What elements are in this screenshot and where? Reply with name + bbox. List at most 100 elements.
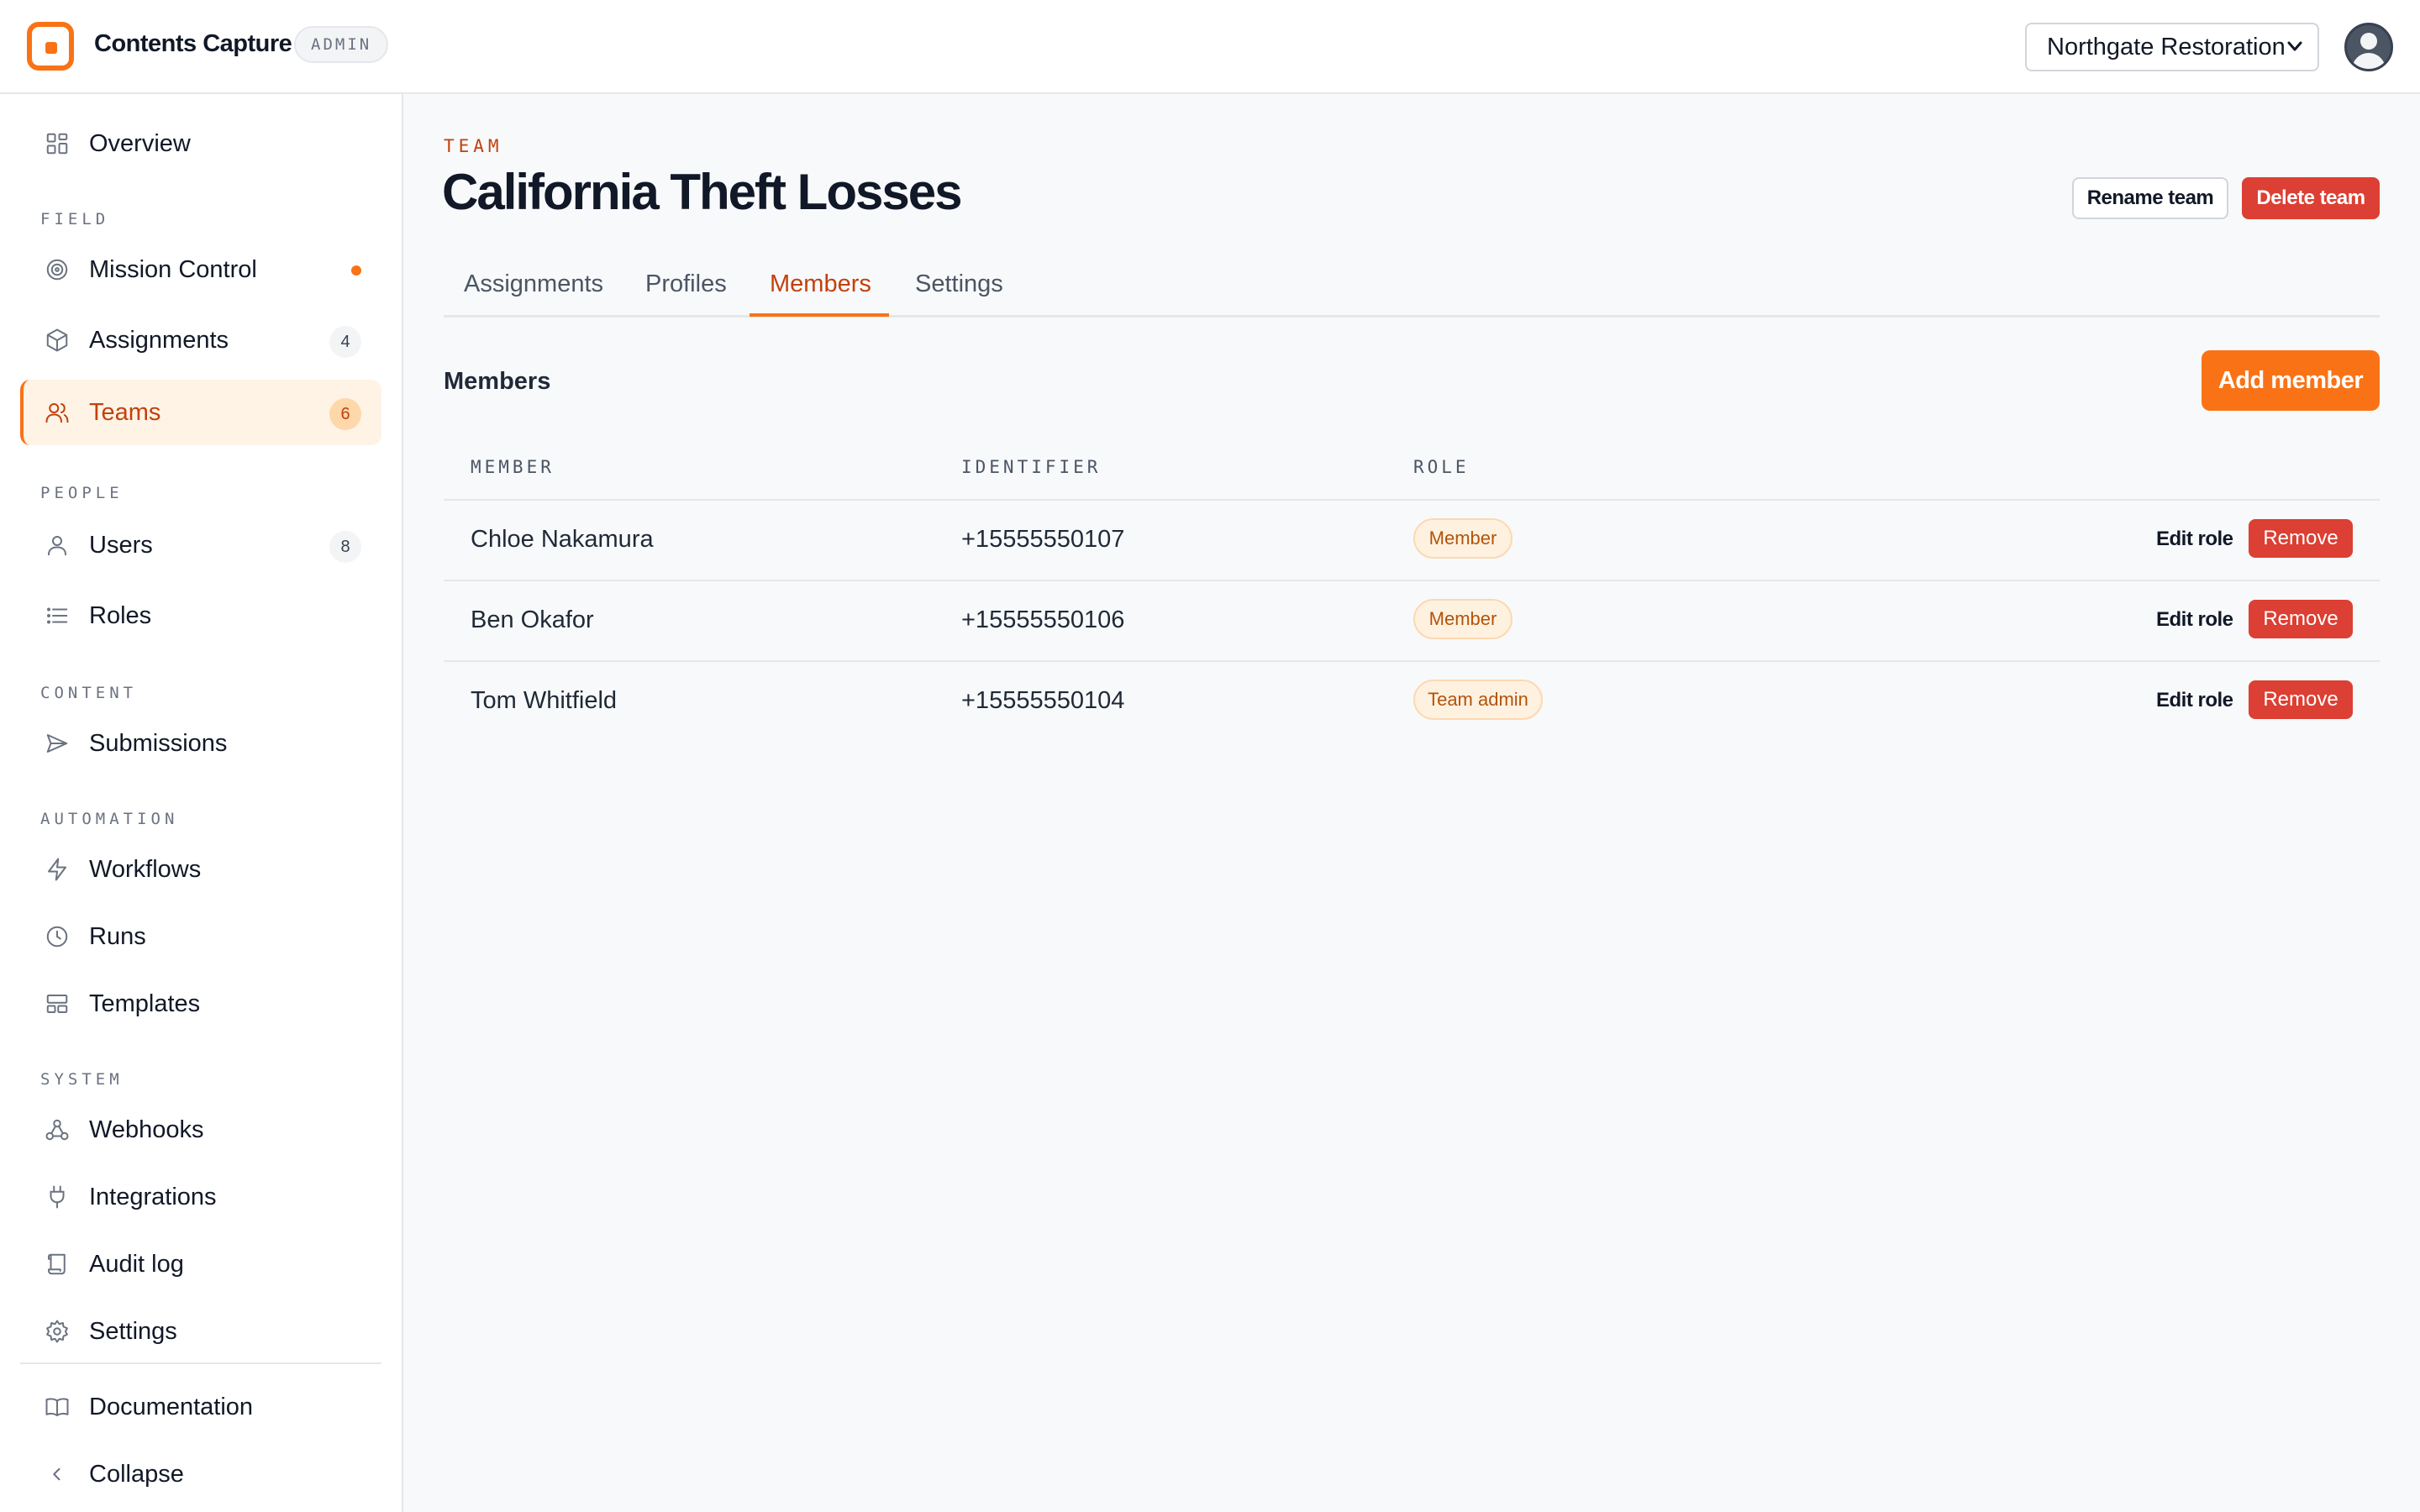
column-header-identifier: IDENTIFIER <box>961 457 1102 477</box>
webhook-icon <box>44 1116 71 1143</box>
plug-icon <box>44 1184 71 1210</box>
role-badge: Member <box>1413 599 1512 639</box>
chevron-left-icon <box>44 1461 71 1488</box>
page-eyebrow: TEAM <box>444 136 503 156</box>
sidebar-item-label: Roles <box>89 601 152 629</box>
user-avatar[interactable] <box>2344 23 2393 71</box>
section-label-people: PEOPLE <box>40 484 124 502</box>
sidebar-item-overview[interactable]: Overview <box>20 111 381 176</box>
sidebar-item-label: Workflows <box>89 855 202 883</box>
add-member-button[interactable]: Add member <box>2202 350 2380 411</box>
box-icon <box>44 327 71 354</box>
organization-select-value: Northgate Restoration <box>2047 34 2286 60</box>
sidebar-item-label: Integrations <box>89 1183 217 1210</box>
clock-icon <box>44 923 71 950</box>
tab-profiles[interactable]: Profiles <box>645 270 727 298</box>
sidebar-item-label: Mission Control <box>89 255 257 283</box>
section-label-content: CONTENT <box>40 684 138 702</box>
sidebar-item-integrations[interactable]: Integrations <box>20 1164 381 1230</box>
members-section-title: Members <box>444 368 551 395</box>
sidebar-item-audit-log[interactable]: Audit log <box>20 1231 381 1297</box>
sidebar-item-runs[interactable]: Runs <box>20 904 381 969</box>
tab-assignments[interactable]: Assignments <box>464 270 603 298</box>
sidebar-item-documentation[interactable]: Documentation <box>20 1374 381 1440</box>
role-badge: Member <box>1413 518 1512 559</box>
sidebar-item-label: Collapse <box>89 1460 184 1488</box>
remove-member-button[interactable]: Remove <box>2249 519 2353 558</box>
section-label-automation: AUTOMATION <box>40 810 179 828</box>
sidebar-item-label: Settings <box>89 1317 177 1345</box>
member-identifier: +15555550107 <box>961 526 1125 553</box>
remove-member-button[interactable]: Remove <box>2249 600 2353 638</box>
section-label-system: SYSTEM <box>40 1070 124 1089</box>
edit-role-button[interactable]: Edit role <box>2156 689 2233 712</box>
table-divider <box>444 499 2380 501</box>
column-header-role: ROLE <box>1413 457 1470 477</box>
sidebar-item-label: Teams <box>89 398 161 426</box>
sidebar-item-settings[interactable]: Settings <box>20 1299 381 1364</box>
sidebar-item-mission-control[interactable]: Mission Control <box>20 237 381 302</box>
page-title: California Theft Losses <box>442 164 962 220</box>
delete-team-button[interactable]: Delete team <box>2242 177 2380 219</box>
organization-select[interactable]: Northgate Restoration <box>2025 23 2319 71</box>
status-dot <box>351 265 361 276</box>
book-icon <box>44 1394 71 1420</box>
table-divider <box>444 660 2380 662</box>
target-icon <box>44 256 71 283</box>
edit-role-button[interactable]: Edit role <box>2156 528 2233 551</box>
chevron-down-icon <box>2286 24 2304 70</box>
sidebar: Overview FIELD Mission Control Assignmen… <box>0 94 403 1512</box>
sidebar-item-label: Submissions <box>89 729 228 757</box>
tab-bar: Assignments Profiles Members Settings <box>444 260 2380 318</box>
list-icon <box>44 602 71 629</box>
sidebar-item-assignments[interactable]: Assignments 4 <box>20 307 381 373</box>
gear-icon <box>44 1318 71 1345</box>
grid-icon <box>44 130 71 157</box>
rename-team-button[interactable]: Rename team <box>2072 177 2228 219</box>
member-name: Chloe Nakamura <box>471 526 654 553</box>
sidebar-item-label: Audit log <box>89 1250 184 1278</box>
sidebar-item-submissions[interactable]: Submissions <box>20 711 381 776</box>
bolt-icon <box>44 856 71 883</box>
member-identifier: +15555550106 <box>961 606 1125 633</box>
send-icon <box>44 730 71 757</box>
app-name: Contents Capture <box>94 30 292 57</box>
tab-settings[interactable]: Settings <box>915 270 1003 298</box>
user-icon <box>44 532 71 559</box>
admin-badge: ADMIN <box>294 26 389 63</box>
edit-role-button[interactable]: Edit role <box>2156 608 2233 632</box>
section-label-field: FIELD <box>40 210 110 228</box>
sidebar-item-templates[interactable]: Templates <box>20 971 381 1037</box>
table-divider <box>444 580 2380 581</box>
sidebar-item-label: Assignments <box>89 326 229 354</box>
sidebar-item-users[interactable]: Users 8 <box>20 512 381 578</box>
tab-members[interactable]: Members <box>770 270 871 298</box>
sidebar-item-label: Overview <box>89 129 191 157</box>
member-identifier: +15555550104 <box>961 687 1125 714</box>
sidebar-item-workflows[interactable]: Workflows <box>20 837 381 902</box>
sidebar-item-teams[interactable]: Teams 6 <box>20 380 381 445</box>
scroll-icon <box>44 1251 71 1278</box>
sidebar-item-webhooks[interactable]: Webhooks <box>20 1097 381 1163</box>
layout-icon <box>44 990 71 1017</box>
sidebar-item-label: Runs <box>89 922 146 950</box>
sidebar-item-label: Webhooks <box>89 1116 204 1143</box>
app-logo-icon[interactable] <box>27 22 74 71</box>
sidebar-item-label: Documentation <box>89 1393 254 1420</box>
remove-member-button[interactable]: Remove <box>2249 680 2353 719</box>
sidebar-divider <box>20 1362 381 1364</box>
member-name: Tom Whitfield <box>471 687 618 714</box>
count-badge: 8 <box>329 531 361 563</box>
active-tab-indicator <box>750 313 889 317</box>
top-bar: Contents Capture ADMIN Northgate Restora… <box>0 0 2420 94</box>
member-name: Ben Okafor <box>471 606 594 633</box>
role-badge: Team admin <box>1413 680 1543 720</box>
count-badge: 4 <box>329 326 361 358</box>
column-header-member: MEMBER <box>471 457 555 477</box>
sidebar-item-collapse[interactable]: Collapse <box>20 1441 381 1507</box>
sidebar-item-label: Users <box>89 531 153 559</box>
sidebar-item-label: Templates <box>89 990 201 1017</box>
count-badge: 6 <box>329 398 361 430</box>
users-icon <box>44 399 71 426</box>
sidebar-item-roles[interactable]: Roles <box>20 583 381 648</box>
